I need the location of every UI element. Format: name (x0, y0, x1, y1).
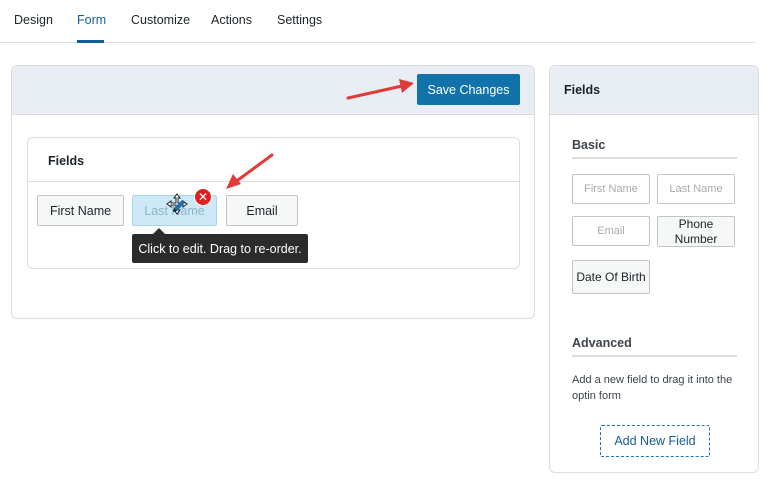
advanced-section-title: Advanced (572, 336, 632, 350)
field-chip-email[interactable]: Email (226, 195, 298, 226)
basic-field-email[interactable]: Email (572, 216, 650, 246)
edit-pencil-icon (173, 200, 185, 212)
tab-design[interactable]: Design (14, 13, 53, 27)
basic-section-title: Basic (572, 138, 606, 152)
fields-sidebar: Fields Basic First Name Last Name Email … (549, 65, 759, 473)
remove-field-icon[interactable]: ✕ (194, 188, 212, 206)
tab-bar: Design Form Customize Actions Settings (0, 0, 755, 43)
basic-field-first-name[interactable]: First Name (572, 174, 650, 204)
tab-settings[interactable]: Settings (277, 13, 322, 27)
basic-field-date-of-birth[interactable]: Date Of Birth (572, 260, 650, 294)
form-editor-header: Save Changes (12, 66, 534, 115)
sidebar-title: Fields (564, 83, 601, 97)
advanced-help-text: Add a new field to drag it into the opti… (572, 374, 733, 402)
save-changes-button[interactable]: Save Changes (417, 74, 520, 105)
basic-field-phone-number[interactable]: Phone Number (657, 216, 735, 247)
edit-tooltip: Click to edit. Drag to re-order. (132, 234, 308, 263)
sidebar-header: Fields (550, 66, 758, 115)
advanced-section-divider (572, 355, 737, 357)
tab-actions[interactable]: Actions (211, 13, 252, 27)
form-fields-title: Fields (48, 154, 85, 168)
tab-form[interactable]: Form (77, 13, 106, 27)
form-editor-panel: Save Changes Fields First Name Last Name… (11, 65, 535, 319)
active-tab-indicator (77, 40, 104, 43)
field-chip-first-name[interactable]: First Name (37, 195, 124, 226)
basic-section-divider (572, 157, 737, 159)
add-new-field-button[interactable]: Add New Field (600, 425, 710, 457)
tab-customize[interactable]: Customize (131, 13, 190, 27)
basic-field-last-name[interactable]: Last Name (657, 174, 735, 204)
divider (28, 181, 519, 182)
